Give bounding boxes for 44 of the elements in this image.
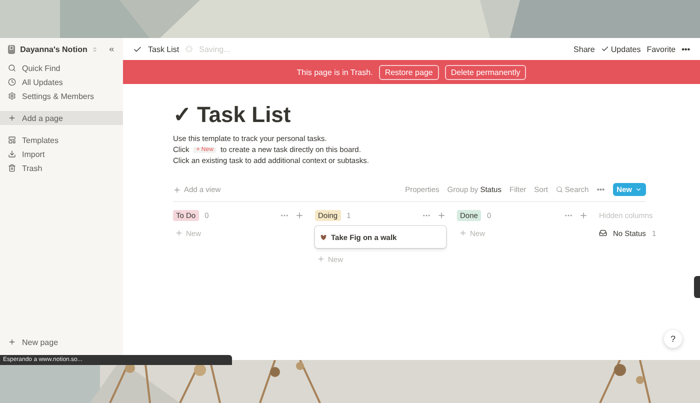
collapse-icon[interactable] <box>108 44 115 54</box>
sidebar-item[interactable]: Import <box>0 147 123 161</box>
banner-button[interactable]: Delete permanently <box>444 64 526 80</box>
topbar-button[interactable]: Share <box>574 44 595 54</box>
download-icon <box>8 150 16 158</box>
plus-icon <box>317 255 325 263</box>
add-page-item[interactable]: Add a page <box>0 111 123 125</box>
template-icon <box>8 136 16 144</box>
settings-icon <box>8 92 16 100</box>
banner-button[interactable]: Restore page <box>378 64 439 80</box>
plus-icon <box>8 338 16 346</box>
trash-icon <box>8 164 16 172</box>
search-icon <box>556 186 563 193</box>
sidebar-item[interactable]: Trash <box>0 161 123 175</box>
sidebar-item[interactable]: Settings & Members <box>0 89 123 103</box>
chevrons-icon[interactable] <box>92 46 98 52</box>
plus-icon <box>175 229 183 237</box>
saving-status: Saving... <box>199 44 230 54</box>
topbar-button[interactable]: Favorite <box>646 44 676 54</box>
sidebar-item[interactable]: Templates <box>0 133 123 147</box>
banner-message: This page is in Trash. <box>296 68 373 76</box>
sidebar-item[interactable]: Quick Find <box>0 61 123 75</box>
chevron-down-icon <box>635 186 642 193</box>
plus-icon <box>459 229 467 237</box>
new-page-item[interactable]: New page <box>0 335 123 349</box>
updates-button[interactable]: Updates <box>600 44 641 54</box>
plus-icon <box>173 186 181 194</box>
plus-icon[interactable] <box>295 210 304 220</box>
scrollbar[interactable] <box>694 276 700 298</box>
more-button[interactable]: ••• <box>682 44 690 54</box>
check-icon <box>600 45 609 53</box>
sidebar-item[interactable]: All Updates <box>0 75 123 89</box>
search-icon <box>8 64 16 72</box>
inbox-icon <box>599 229 607 237</box>
plus-icon <box>8 114 16 122</box>
check-icon: ✓ <box>173 102 191 128</box>
page-title: Task List <box>197 102 291 128</box>
workspace-name[interactable]: Dayanna's Notion <box>20 44 88 54</box>
plus-icon[interactable] <box>579 210 588 220</box>
spinner-icon <box>185 45 194 53</box>
clock-icon <box>8 78 16 86</box>
check-icon <box>133 44 142 54</box>
plus-icon[interactable] <box>437 210 446 220</box>
breadcrumb[interactable]: Task List <box>148 44 180 54</box>
